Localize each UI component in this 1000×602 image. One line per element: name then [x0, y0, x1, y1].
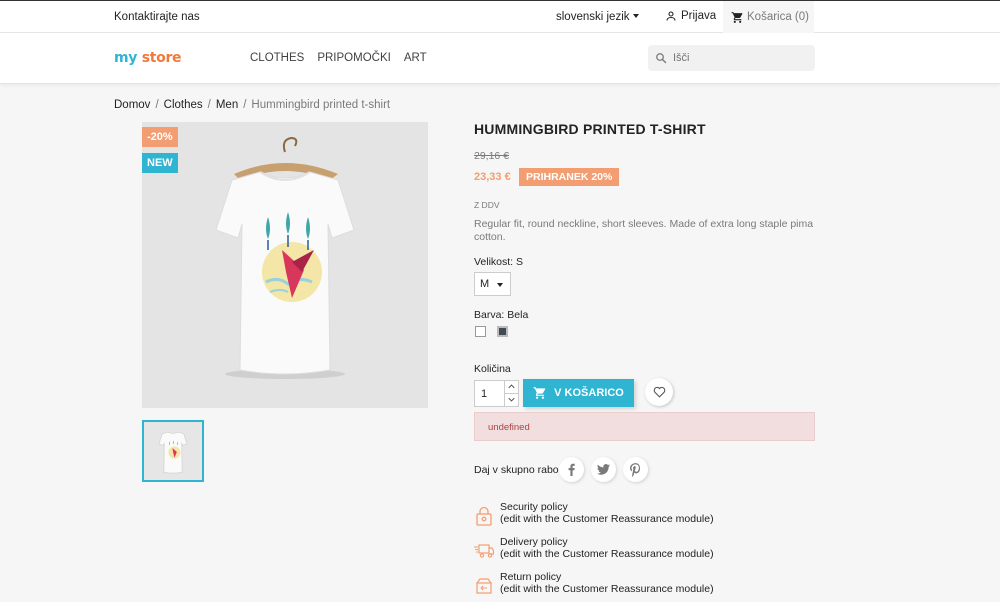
breadcrumb-current: Hummingbird printed t-shirt — [251, 99, 391, 111]
store-logo[interactable]: my store — [114, 50, 182, 66]
chevron-up-icon — [508, 384, 515, 389]
search-box — [648, 45, 815, 71]
contact-link[interactable]: Kontaktirajte nas — [114, 11, 200, 23]
product-main-image[interactable] — [142, 122, 428, 408]
discount-save-badge: PRIHRANEK 20% — [519, 168, 620, 186]
top-nav-bar: Kontaktirajte nas slovenski jezik Prijav… — [0, 0, 1000, 33]
logo-text-my: my — [114, 50, 138, 66]
user-icon — [666, 11, 676, 21]
menu-item-art[interactable]: ART — [404, 52, 427, 64]
size-select-value: M — [480, 278, 490, 290]
reassurance-delivery: Delivery policy (edit with the Customer R… — [474, 536, 774, 563]
login-label: Prijava — [681, 10, 717, 22]
login-link[interactable]: Prijava — [665, 10, 716, 22]
chevron-down-icon — [508, 398, 515, 402]
reassurance-delivery-title: Delivery policy — [500, 536, 568, 548]
quantity-decrement-button[interactable] — [504, 393, 518, 406]
breadcrumb-men[interactable]: Men — [216, 99, 238, 111]
share-pinterest-button[interactable] — [623, 457, 648, 482]
current-price: 23,33 € — [474, 171, 511, 183]
reassurance-security: Security policy (edit with the Customer R… — [474, 501, 774, 528]
twitter-icon — [597, 464, 610, 475]
breadcrumb-clothes[interactable]: Clothes — [164, 99, 203, 111]
shopping-cart-icon — [533, 387, 546, 399]
reassurance-return-title: Return policy — [500, 571, 562, 583]
facebook-icon — [568, 463, 575, 476]
lock-icon — [474, 504, 494, 528]
reassurance-return: Return policy (edit with the Customer Rea… — [474, 571, 774, 598]
quantity-increment-button[interactable] — [504, 381, 518, 394]
product-thumbnail[interactable] — [142, 420, 204, 482]
quantity-label: Količina — [474, 363, 511, 375]
quantity-input[interactable] — [475, 381, 505, 406]
search-icon[interactable] — [655, 52, 667, 64]
color-swatch-white[interactable] — [475, 326, 486, 337]
cart-label: Košarica (0) — [747, 11, 809, 23]
breadcrumb-separator: / — [243, 99, 247, 111]
heart-icon — [653, 386, 665, 398]
share-facebook-button[interactable] — [559, 457, 584, 482]
tshirt-image — [215, 136, 355, 379]
product-title: HUMMINGBIRD PRINTED T-SHIRT — [474, 121, 706, 137]
logo-text-store: store — [141, 50, 182, 66]
cart-link[interactable]: Košarica (0) — [723, 1, 814, 33]
tshirt-thumbnail-image — [158, 431, 188, 474]
size-select[interactable]: M — [474, 272, 511, 296]
new-badge: NEW — [142, 153, 178, 173]
search-input[interactable] — [673, 52, 803, 64]
return-box-icon — [474, 574, 494, 598]
pinterest-icon — [630, 462, 641, 477]
product-alert: undefined — [474, 412, 815, 441]
language-label: slovenski jezik — [556, 11, 630, 23]
color-swatch-dark[interactable] — [497, 326, 508, 337]
reassurance-return-subtitle: (edit with the Customer Reassurance modu… — [500, 583, 714, 595]
reassurance-security-title: Security policy — [500, 501, 568, 513]
reassurance-delivery-subtitle: (edit with the Customer Reassurance modu… — [500, 548, 714, 560]
reassurance-security-subtitle: (edit with the Customer Reassurance modu… — [500, 513, 714, 525]
size-label: Velikost: S — [474, 256, 524, 268]
breadcrumb-separator: / — [207, 99, 211, 111]
main-header: my store CLOTHES PRIPOMOČKI ART — [0, 33, 1000, 84]
discount-badge: -20% — [142, 127, 178, 147]
breadcrumb-home[interactable]: Domov — [114, 99, 150, 111]
share-label: Daj v skupno rabo — [474, 464, 559, 476]
truck-icon — [474, 539, 494, 563]
breadcrumb: Domov / Clothes / Men / Hummingbird prin… — [114, 99, 390, 111]
regular-price: 29,16 € — [474, 150, 510, 162]
color-label: Barva: Bela — [474, 309, 529, 321]
add-to-cart-label: V KOŠARICO — [554, 387, 624, 399]
tax-label: Z DDV — [474, 200, 500, 210]
add-to-cart-button[interactable]: V KOŠARICO — [523, 379, 634, 407]
product-description: Regular fit, round neckline, short sleev… — [474, 218, 814, 243]
share-twitter-button[interactable] — [591, 457, 616, 482]
language-selector[interactable]: slovenski jezik — [556, 11, 639, 23]
menu-item-clothes[interactable]: CLOTHES — [250, 52, 304, 64]
menu-item-accessories[interactable]: PRIPOMOČKI — [317, 52, 390, 64]
shopping-cart-icon — [731, 11, 743, 23]
wishlist-button[interactable] — [645, 378, 673, 406]
caret-down-icon — [632, 14, 639, 18]
main-menu: CLOTHES PRIPOMOČKI ART — [250, 52, 427, 64]
caret-down-icon — [497, 283, 503, 287]
quantity-stepper — [474, 380, 519, 407]
breadcrumb-separator: / — [155, 99, 159, 111]
